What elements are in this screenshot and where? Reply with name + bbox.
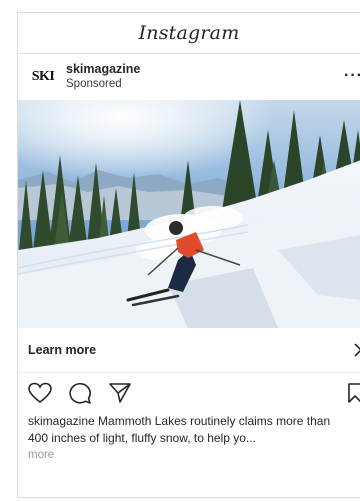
share-icon[interactable] xyxy=(108,382,132,404)
avatar[interactable]: SKI xyxy=(28,62,58,92)
more-options-icon[interactable]: ··· xyxy=(344,67,360,85)
post-header: SKI skimagazine Sponsored ··· xyxy=(18,54,360,100)
app-header: Instagram xyxy=(18,13,360,54)
sponsored-label: Sponsored xyxy=(66,78,122,90)
account-info: skimagazine Sponsored xyxy=(66,62,140,92)
post-actions xyxy=(18,373,360,413)
bookmark-icon[interactable] xyxy=(348,383,360,403)
heart-icon[interactable] xyxy=(28,382,52,404)
chevron-right-icon[interactable] xyxy=(352,342,360,358)
post-photo[interactable] xyxy=(18,100,360,328)
caption-more-link[interactable]: more xyxy=(28,447,350,464)
comment-icon[interactable] xyxy=(68,382,92,404)
instagram-logo[interactable]: Instagram xyxy=(139,22,240,44)
learn-more-row[interactable]: Learn more xyxy=(18,328,360,373)
caption-username[interactable]: skimagazine xyxy=(28,414,95,428)
instagram-post-frame: Instagram SKI skimagazine Sponsored ··· xyxy=(17,12,360,498)
username[interactable]: skimagazine xyxy=(66,62,140,77)
post-caption: skimagazine Mammoth Lakes routinely clai… xyxy=(18,413,360,464)
learn-more-link[interactable]: Learn more xyxy=(28,343,96,357)
